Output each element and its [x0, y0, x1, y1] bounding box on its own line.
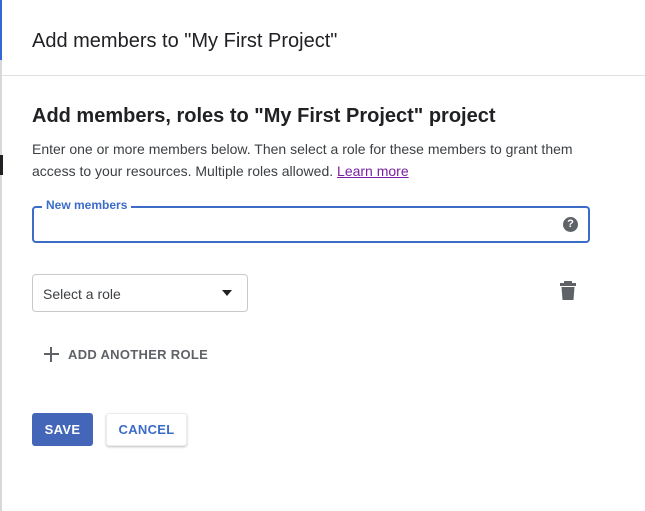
section-title: Add members, roles to "My First Project"… [32, 105, 496, 127]
arrow-drop-down-icon [222, 290, 232, 296]
role-select[interactable]: Select a role [32, 274, 248, 312]
help-icon[interactable]: ? [563, 217, 578, 232]
dialog-title: Add members to "My First Project" [32, 30, 338, 52]
role-select-value: Select a role [43, 286, 121, 302]
save-button[interactable]: SAVE [32, 413, 93, 446]
plus-icon [44, 346, 59, 362]
description-text: Enter one or more members below. Then se… [32, 141, 573, 179]
description: Enter one or more members below. Then se… [32, 138, 612, 182]
left-edge-divider [0, 60, 2, 511]
cancel-button[interactable]: CANCEL [106, 413, 187, 446]
new-members-label: New members [42, 198, 132, 212]
dialog-header: Add members to "My First Project" [2, 0, 645, 76]
trash-icon[interactable] [560, 281, 576, 300]
new-members-input[interactable] [44, 216, 548, 236]
left-edge-tick [0, 155, 3, 175]
add-another-role-button[interactable]: ADD ANOTHER ROLE [44, 344, 208, 364]
left-edge [0, 0, 3, 511]
add-another-role-label: ADD ANOTHER ROLE [68, 346, 209, 362]
new-members-field[interactable]: New members ? [32, 198, 590, 243]
learn-more-link[interactable]: Learn more [337, 163, 409, 179]
